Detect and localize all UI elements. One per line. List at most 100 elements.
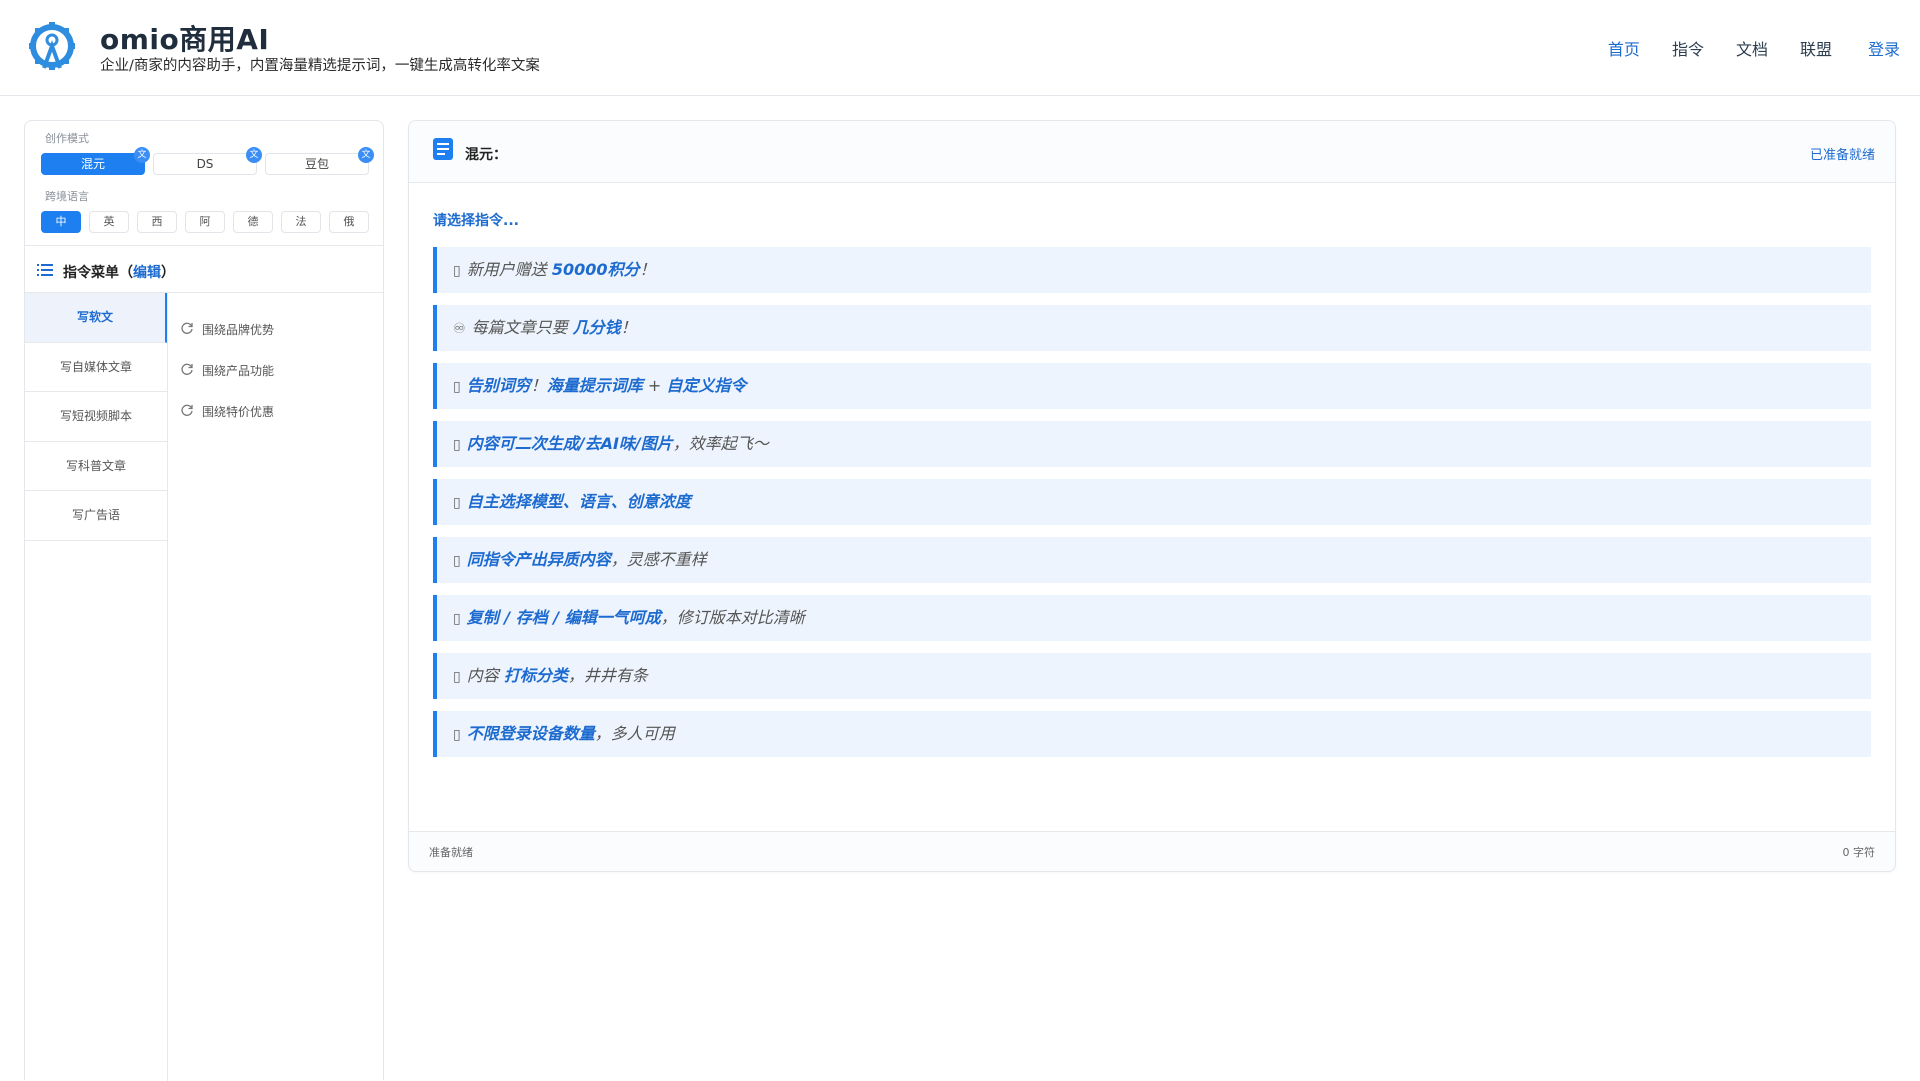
sub-command-label: 围绕品牌优势 — [202, 323, 275, 337]
feature-highlight: 告别词穷 — [466, 376, 531, 395]
feature-icon: ♾ — [453, 321, 466, 337]
sidebar: 创作模式 混元 文 DS 文 豆包 文 跨境语言 中 英 西 阿 德 法 俄 指… — [24, 120, 384, 1081]
lang-en-button[interactable]: 英 — [89, 211, 129, 233]
sub-command-item[interactable]: 围绕特价优惠 — [180, 391, 274, 432]
feature-text: ！ — [639, 260, 656, 279]
feature-icon: ▯ — [453, 379, 461, 395]
feature-icon: ▯ — [453, 437, 461, 453]
feature-icon: ▯ — [453, 495, 461, 511]
category-science-article[interactable]: 写科普文章 — [25, 442, 167, 491]
category-ad-slogan[interactable]: 写广告语 — [25, 491, 167, 541]
lang-fr-button[interactable]: 法 — [281, 211, 321, 233]
feature-list: ▯ 新用户赠送 50000积分！ ♾ 每篇文章只要 几分钱！ ▯ 告别词穷！海量提示词库 … — [433, 247, 1871, 769]
mode-label-text: DS — [196, 157, 214, 171]
lang-zh-button[interactable]: 中 — [41, 211, 81, 233]
lang-es-button[interactable]: 西 — [137, 211, 177, 233]
category-soft-article[interactable]: 写软文 — [25, 293, 167, 343]
feature-item: ▯ 自主选择模型、语言、创意浓度 — [433, 479, 1871, 525]
model-title: 混元： — [465, 147, 507, 163]
feature-text: ！ — [530, 376, 547, 395]
menu-title-text: 指令菜单（ — [63, 265, 133, 281]
lang-de-button[interactable]: 德 — [233, 211, 273, 233]
output-panel-header: 混元： 已准备就绪 — [409, 121, 1895, 183]
mode-label: 创作模式 — [45, 132, 89, 145]
mode-hunyuan-button[interactable]: 混元 文 — [41, 147, 150, 175]
logo-icon[interactable] — [26, 20, 78, 76]
feature-text: 每篇文章只要 — [471, 318, 573, 337]
feature-text: ，井井有条 — [567, 666, 648, 685]
feature-highlight: 同指令产出异质内容 — [466, 550, 611, 569]
mode-label-text: 豆包 — [304, 157, 329, 171]
mode-label-text: 混元 — [80, 157, 105, 171]
footer-status: 准备就绪 — [429, 846, 473, 859]
feature-text: ，效率起飞～ — [672, 434, 769, 453]
feature-icon: ▯ — [453, 263, 461, 279]
feature-item: ▯ 告别词穷！海量提示词库 + 自定义指令 — [433, 363, 1871, 409]
feature-item: ▯ 同指令产出异质内容，灵感不重样 — [433, 537, 1871, 583]
feature-highlight: 打标分类 — [503, 666, 568, 685]
feature-icon: ▯ — [453, 669, 461, 685]
mode-ds-button[interactable]: DS 文 — [153, 147, 262, 175]
refresh-icon — [181, 363, 193, 375]
top-header: omio商用AI 企业/商家的内容助手，内置海量精选提示词，一键生成高转化率文案… — [0, 0, 1920, 96]
menu-edit-link[interactable]: 编辑 — [133, 265, 161, 281]
refresh-icon — [181, 322, 193, 334]
menu-title-end: ） — [161, 265, 175, 281]
list-icon — [37, 264, 53, 276]
text-mode-badge: 文 — [134, 147, 150, 163]
feature-text: 新用户赠送 — [466, 260, 552, 279]
language-label: 跨境语言 — [45, 190, 89, 203]
feature-item: ▯ 内容可二次生成/去AI味/图片，效率起飞～ — [433, 421, 1871, 467]
sub-command-label: 围绕产品功能 — [202, 364, 275, 378]
mode-selector: 混元 文 DS 文 豆包 文 — [41, 147, 377, 175]
feature-highlight: 不限登录设备数量 — [466, 724, 595, 743]
command-menu-header: 指令菜单（编辑） — [25, 245, 383, 293]
nav-alliance[interactable]: 联盟 — [1800, 36, 1832, 60]
lang-ru-button[interactable]: 俄 — [329, 211, 369, 233]
feature-text: + — [642, 376, 667, 395]
category-video-script[interactable]: 写短视频脚本 — [25, 392, 167, 442]
feature-text: ，多人可用 — [594, 724, 675, 743]
feature-text: ，灵感不重样 — [610, 550, 707, 569]
brand-title: omio商用AI — [100, 23, 270, 56]
mode-doubao-button[interactable]: 豆包 文 — [265, 147, 374, 175]
sub-command-item[interactable]: 围绕品牌优势 — [180, 309, 274, 350]
feature-icon: ▯ — [453, 611, 461, 627]
nav-commands[interactable]: 指令 — [1672, 36, 1704, 60]
nav-docs[interactable]: 文档 — [1736, 36, 1768, 60]
text-mode-badge: 文 — [246, 147, 262, 163]
feature-item: ▯ 新用户赠送 50000积分！ — [433, 247, 1871, 293]
feature-text: ！ — [620, 318, 637, 337]
feature-highlight: 自主选择模型、语言、创意浓度 — [466, 492, 691, 511]
login-link[interactable]: 登录 — [1868, 36, 1900, 60]
nav-home[interactable]: 首页 — [1608, 36, 1640, 60]
feature-item: ▯ 复制 / 存档 / 编辑一气呵成，修订版本对比清晰 — [433, 595, 1871, 641]
feature-item: ♾ 每篇文章只要 几分钱！ — [433, 305, 1871, 351]
sub-command-label: 围绕特价优惠 — [202, 405, 275, 419]
language-selector: 中 英 西 阿 德 法 俄 — [41, 211, 377, 233]
refresh-icon — [181, 404, 193, 416]
document-icon — [433, 138, 453, 160]
feature-highlight: 内容可二次生成/去AI味/图片 — [466, 434, 673, 453]
feature-highlight: 50000积分 — [551, 260, 640, 279]
command-category-list: 写软文 写自媒体文章 写短视频脚本 写科普文章 写广告语 — [25, 293, 168, 1081]
category-media-article[interactable]: 写自媒体文章 — [25, 343, 167, 392]
top-nav: 首页 指令 文档 联盟 登录 — [1608, 36, 1920, 60]
text-mode-badge: 文 — [358, 147, 374, 163]
feature-highlight: 几分钱 — [572, 318, 621, 337]
sub-command-item[interactable]: 围绕产品功能 — [180, 350, 274, 391]
feature-highlight: 复制 / 存档 / 编辑一气呵成 — [466, 608, 661, 627]
feature-icon: ▯ — [453, 553, 461, 569]
feature-item: ▯ 不限登录设备数量，多人可用 — [433, 711, 1871, 757]
feature-text: ，修订版本对比清晰 — [660, 608, 805, 627]
feature-highlight: 海量提示词库 — [546, 376, 643, 395]
command-menu-title: 指令菜单（编辑） — [63, 262, 175, 282]
feature-item: ▯ 内容 打标分类，井井有条 — [433, 653, 1871, 699]
brand-subtitle: 企业/商家的内容助手，内置海量精选提示词，一键生成高转化率文案 — [100, 58, 540, 74]
lang-ar-button[interactable]: 阿 — [185, 211, 225, 233]
output-panel: 混元： 已准备就绪 请选择指令... ▯ 新用户赠送 50000积分！ ♾ 每篇文章只… — [408, 120, 1896, 872]
feature-highlight: 自定义指令 — [666, 376, 747, 395]
select-command-prompt: 请选择指令... — [433, 213, 519, 229]
feature-text: 内容 — [466, 666, 504, 685]
feature-icon: ▯ — [453, 727, 461, 743]
